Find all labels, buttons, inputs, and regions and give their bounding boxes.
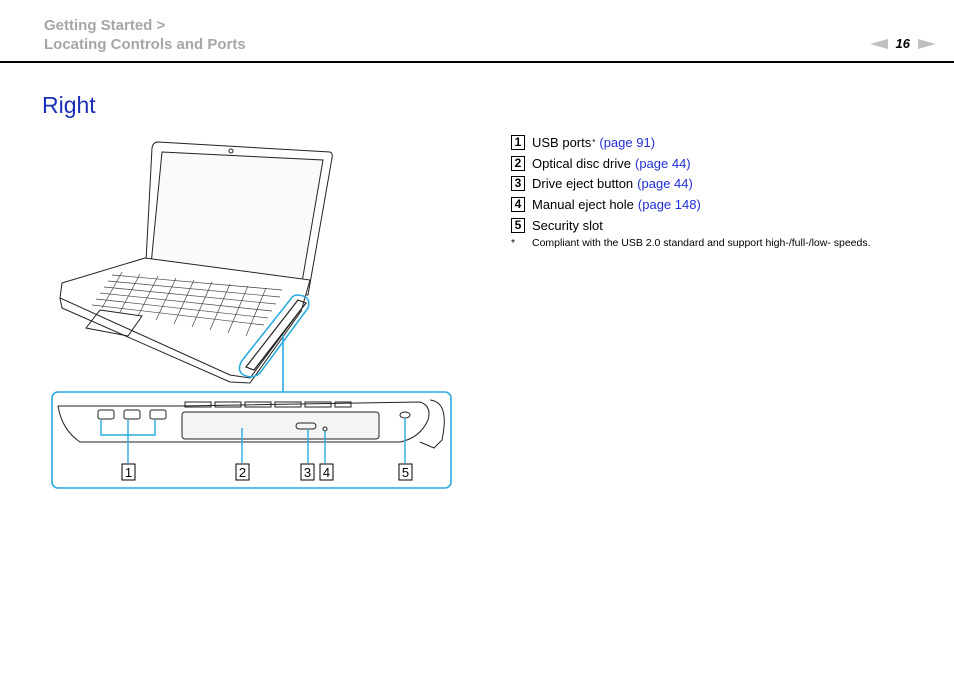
laptop-base: [59, 257, 311, 379]
laptop-drawing: [59, 141, 333, 384]
legend-number: 5: [511, 218, 525, 234]
next-page-icon[interactable]: [918, 38, 936, 49]
legend-label: USB ports: [532, 134, 592, 150]
legend-item-manual-eject-hole: 4 Manual eject hole (page 148): [511, 194, 701, 215]
breadcrumb-parent[interactable]: Getting Started >: [44, 16, 246, 35]
optical-disc-drive: [181, 411, 380, 440]
legend-number: 3: [511, 176, 525, 192]
legend-item-usb-ports: 1 USB ports * (page 91): [511, 132, 701, 153]
page-link[interactable]: (page 44): [637, 176, 693, 191]
legend-label: Optical disc drive: [532, 155, 631, 171]
callout-4: 4: [323, 465, 330, 480]
page-link[interactable]: (page 91): [599, 135, 655, 150]
legend-item-drive-eject-button: 3 Drive eject button (page 44): [511, 174, 701, 195]
page-link[interactable]: (page 44): [635, 156, 691, 171]
legend-number: 1: [511, 134, 525, 150]
breadcrumb: Getting Started > Locating Controls and …: [44, 16, 246, 54]
legend-number: 2: [511, 155, 525, 171]
legend-label: Security slot: [532, 218, 603, 234]
footnote-mark: *: [511, 237, 516, 249]
footnote: * Compliant with the USB 2.0 standard an…: [511, 237, 871, 249]
callout-2: 2: [239, 465, 246, 480]
callout-3: 3: [304, 465, 311, 480]
legend-item-optical-disc-drive: 2 Optical disc drive (page 44): [511, 153, 701, 174]
legend-number: 4: [511, 197, 525, 213]
legend-item-security-slot: 5 Security slot: [511, 215, 701, 236]
breadcrumb-current[interactable]: Locating Controls and Ports: [44, 35, 246, 54]
side-view-drawing: [57, 399, 445, 449]
callout-5: 5: [402, 465, 409, 480]
legend-label: Drive eject button: [532, 176, 634, 192]
component-legend: 1 USB ports * (page 91) 2 Optical disc dr…: [511, 132, 701, 236]
page-link[interactable]: (page 148): [638, 197, 701, 212]
section-title: Right: [42, 92, 96, 118]
laptop-right-side-illustration: 1 2 3 4 5: [51, 141, 452, 489]
legend-label: Manual eject hole: [532, 197, 634, 213]
header-divider: [0, 61, 954, 63]
footnote-marker: *: [592, 137, 596, 147]
callout-1: 1: [125, 465, 132, 480]
page-number: 16: [895, 36, 910, 51]
page-navigation: 16: [869, 36, 936, 51]
previous-page-icon[interactable]: [869, 38, 888, 49]
footnote-text: Compliant with the USB 2.0 standard and …: [532, 237, 871, 249]
